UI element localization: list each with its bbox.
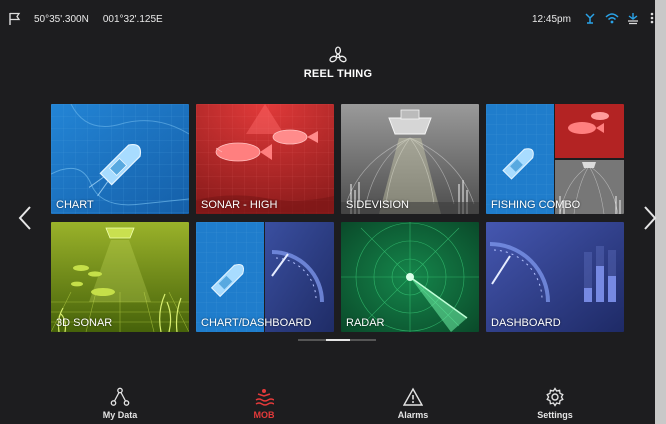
my-data-label: My Data [102, 410, 138, 420]
app-tile-chart-dashboard[interactable]: CHART/DASHBOARD [196, 222, 334, 332]
fish-finder-icon[interactable] [583, 11, 597, 25]
gear-icon [546, 387, 564, 407]
mob-label: MOB [253, 410, 275, 420]
next-page-arrow[interactable] [640, 204, 660, 232]
longitude-text: 001°32'.125E [102, 14, 163, 25]
fishing-combo-preview [486, 104, 624, 214]
mob-button[interactable]: MOB [224, 387, 304, 420]
wifi-icon[interactable] [605, 11, 619, 25]
3d-sonar-preview [51, 222, 189, 332]
sidevision-preview [341, 104, 479, 214]
my-data-button[interactable]: My Data [80, 387, 160, 420]
app-tile-sonar-high[interactable]: SONAR - HIGH [196, 104, 334, 214]
settings-label: Settings [537, 410, 573, 420]
app-tile-sidevision[interactable]: SIDEVISION [341, 104, 479, 214]
transducer-icon [105, 227, 135, 239]
app-tile-label: RADAR [346, 317, 385, 329]
menu-icon[interactable] [648, 11, 656, 25]
app-tile-label: DASHBOARD [491, 317, 561, 329]
app-tile-chart[interactable]: CHART [51, 104, 189, 214]
bar-graph-icon [584, 246, 616, 302]
previous-page-arrow[interactable] [15, 204, 35, 232]
boat-name: REEL THING [303, 68, 373, 80]
app-tile-label: FISHING COMBO [491, 199, 581, 211]
alarm-icon [403, 387, 423, 406]
app-tile-3d-sonar[interactable]: 3D SONAR [51, 222, 189, 332]
sonar-preview [196, 104, 334, 214]
sonar-link-icon[interactable] [626, 11, 640, 25]
alarms-button[interactable]: Alarms [373, 387, 453, 420]
app-tile-fishing-combo[interactable]: FISHING COMBO [486, 104, 624, 214]
position-readout: 50°35'.300N 001°32'.125E [34, 14, 177, 25]
chart-preview [51, 104, 189, 214]
propeller-icon [329, 46, 347, 63]
app-tile-label: CHART [56, 199, 94, 211]
chart-dashboard-preview [196, 222, 334, 332]
app-tile-dashboard[interactable]: DASHBOARD [486, 222, 624, 332]
app-tile-label: 3D SONAR [56, 317, 113, 329]
dashboard-preview [486, 222, 624, 332]
status-bar: 50°35'.300N 001°32'.125E 12:45pm [0, 0, 655, 36]
app-tile-label: SIDEVISION [346, 199, 409, 211]
clock: 12:45pm [532, 14, 571, 25]
flag-icon[interactable] [8, 12, 24, 26]
settings-button[interactable]: Settings [515, 387, 595, 420]
latitude-text: 50°35'.300N [34, 14, 89, 25]
radar-preview [341, 222, 479, 332]
app-tile-label: CHART/DASHBOARD [201, 317, 312, 329]
mob-icon [255, 389, 274, 406]
waypoints-icon [110, 387, 130, 406]
app-tile-label: SONAR - HIGH [201, 199, 278, 211]
alarms-label: Alarms [397, 410, 429, 420]
app-tile-radar[interactable]: RADAR [341, 222, 479, 332]
page-indicator-active [326, 339, 350, 341]
